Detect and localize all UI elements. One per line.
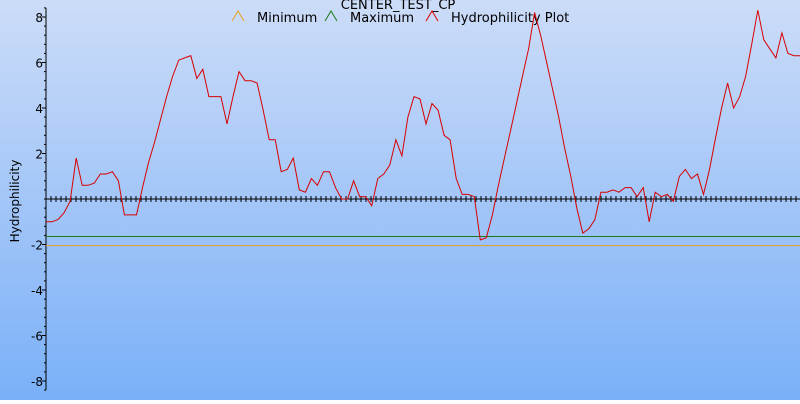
y-tick-label: -8 (31, 375, 43, 389)
y-tick-label: 4 (35, 102, 43, 116)
y-tick-label: 8 (35, 11, 43, 25)
y-axis-label: Hydrophilicity (8, 160, 22, 243)
legend-label: Maximum (350, 11, 414, 26)
y-tick-label: -4 (31, 284, 43, 298)
y-tick-label: -2 (31, 239, 43, 253)
chart-legend: Minimum Maximum Hydrophilicity Plot (231, 10, 569, 26)
chart-background (0, 0, 800, 400)
chart-container: CENTER_TEST_CP Minimum Maximum Hydrophilic… (0, 0, 800, 400)
y-tick-label: -6 (31, 330, 43, 344)
legend-label: Hydrophilicity Plot (451, 11, 569, 26)
hydrophilicity-chart: CENTER_TEST_CP Minimum Maximum Hydrophilic… (0, 0, 800, 400)
y-tick-label: 6 (35, 57, 43, 71)
y-tick-label: 2 (35, 148, 43, 162)
legend-label: Minimum (257, 11, 317, 26)
